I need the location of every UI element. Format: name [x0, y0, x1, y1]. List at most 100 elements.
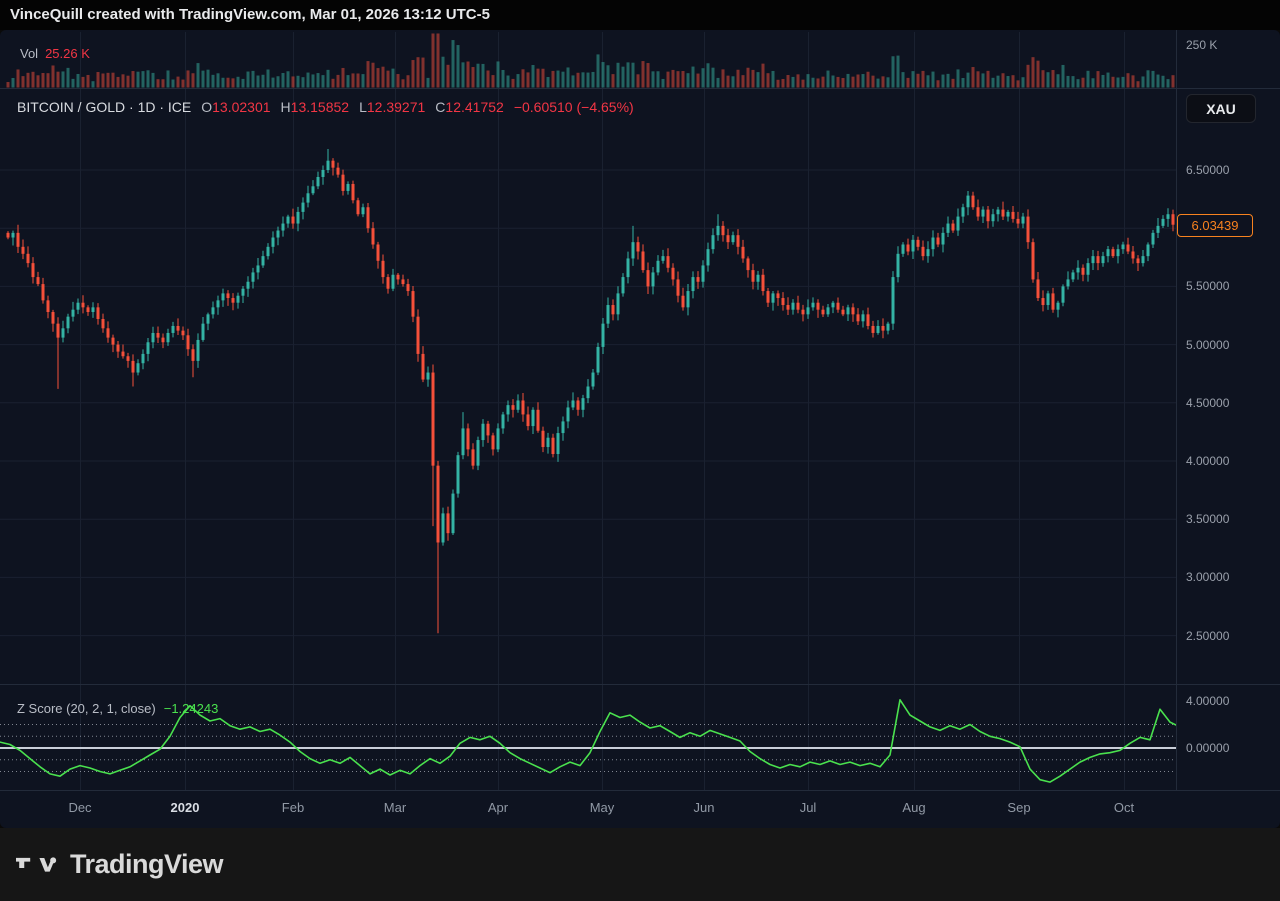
- candle-body: [847, 307, 850, 314]
- volume-bar: [92, 81, 95, 87]
- candle-body: [822, 310, 825, 315]
- volume-bar: [1147, 70, 1150, 87]
- volume-bar: [1142, 76, 1145, 87]
- candle-body: [952, 224, 955, 231]
- volume-bar: [812, 78, 815, 88]
- zscore-legend[interactable]: Z Score (20, 2, 1, close) −1.24243: [17, 701, 218, 716]
- candle-body: [1052, 293, 1055, 309]
- candle-body: [687, 291, 690, 307]
- volume-bar: [802, 80, 805, 88]
- candle-body: [867, 314, 870, 326]
- candle-body: [672, 268, 675, 280]
- chart-widget[interactable]: Vol 25.26 K BITCOIN / GOLD · 1D · ICE O1…: [0, 30, 1280, 828]
- candle-body: [907, 244, 910, 251]
- volume-bar: [727, 76, 730, 88]
- volume-bar: [622, 67, 625, 88]
- volume-bar: [427, 78, 430, 88]
- volume-bar: [832, 76, 835, 88]
- candle-body: [362, 207, 365, 214]
- candle-body: [477, 440, 480, 466]
- volume-bar: [607, 65, 610, 87]
- volume-bar: [312, 74, 315, 87]
- volume-bar: [707, 63, 710, 87]
- symbol-legend[interactable]: BITCOIN / GOLD · 1D · ICE O13.02301 H13.…: [17, 99, 634, 115]
- volume-bar: [152, 73, 155, 88]
- candle-body: [607, 305, 610, 324]
- candle-body: [1137, 258, 1140, 263]
- volume-bar: [387, 71, 390, 88]
- time-axis-label: Oct: [1114, 800, 1134, 815]
- candle-body: [582, 398, 585, 410]
- candle-body: [732, 235, 735, 242]
- candle-body: [182, 331, 185, 336]
- volume-bar: [347, 75, 350, 87]
- candle-body: [762, 275, 765, 291]
- volume-bar: [1052, 70, 1055, 87]
- price-axis[interactable]: 250 K6.500005.500005.000004.500004.00000…: [1176, 30, 1280, 790]
- volume-bar: [862, 74, 865, 87]
- candle-body: [332, 161, 335, 168]
- candle-body: [202, 324, 205, 340]
- candle-body: [142, 354, 145, 363]
- volume-bar: [137, 72, 140, 88]
- candle-body: [937, 238, 940, 245]
- volume-bar: [652, 71, 655, 87]
- candle-body: [247, 282, 250, 289]
- volume-bar: [612, 74, 615, 87]
- candle-body: [832, 303, 835, 308]
- candle-body: [782, 298, 785, 305]
- volume-legend[interactable]: Vol 25.26 K: [20, 46, 90, 61]
- last-price-label: 6.03439: [1177, 214, 1253, 237]
- attribution-text: VinceQuill created with TradingView.com,…: [10, 6, 490, 23]
- candle-body: [522, 400, 525, 414]
- volume-bar: [767, 73, 770, 87]
- volume-bar: [227, 78, 230, 88]
- candle-body: [242, 289, 245, 296]
- volume-bar: [807, 74, 810, 87]
- candle-body: [977, 207, 980, 216]
- candle-body: [302, 203, 305, 212]
- volume-bar: [362, 74, 365, 87]
- candle-body: [177, 326, 180, 331]
- volume-bar: [772, 71, 775, 88]
- candle-body: [982, 210, 985, 217]
- volume-bar: [947, 74, 950, 88]
- time-axis[interactable]: Dec2020FebMarAprMayJunJulAugSepOct: [0, 790, 1176, 828]
- volume-bar: [392, 69, 395, 88]
- candle-body: [147, 342, 150, 354]
- candle-body: [662, 256, 665, 261]
- volume-bar: [1057, 74, 1060, 87]
- candle-body: [237, 296, 240, 303]
- candle-body: [232, 298, 235, 303]
- price-axis-label: 4.00000: [1186, 453, 1229, 469]
- volume-bar: [632, 63, 635, 88]
- volume-bar: [762, 64, 765, 88]
- currency-scale-toggle[interactable]: XAU: [1186, 94, 1256, 123]
- volume-bar: [827, 71, 830, 88]
- volume-bar: [257, 76, 260, 88]
- volume-bar: [792, 77, 795, 88]
- candle-body: [997, 210, 1000, 215]
- footer-brand[interactable]: TradingView: [0, 828, 1280, 901]
- candle-body: [317, 177, 320, 186]
- volume-bar: [472, 67, 475, 87]
- volume-bar: [1112, 77, 1115, 88]
- candle-body: [22, 247, 25, 254]
- price-axis-label: 5.50000: [1186, 278, 1229, 294]
- volume-bar: [992, 78, 995, 88]
- candle-body: [47, 300, 50, 312]
- volume-bar: [597, 54, 600, 87]
- volume-bar: [202, 71, 205, 88]
- candle-body: [37, 277, 40, 284]
- candle-body: [327, 161, 330, 170]
- volume-bar: [52, 65, 55, 87]
- volume-bar: [187, 70, 190, 87]
- candle-body: [32, 263, 35, 277]
- candle-body: [842, 310, 845, 315]
- volume-bar: [142, 71, 145, 87]
- candle-body: [57, 324, 60, 338]
- candle-body: [92, 307, 95, 312]
- volume-bar: [497, 61, 500, 87]
- candle-body: [162, 338, 165, 343]
- candle-body: [1032, 242, 1035, 279]
